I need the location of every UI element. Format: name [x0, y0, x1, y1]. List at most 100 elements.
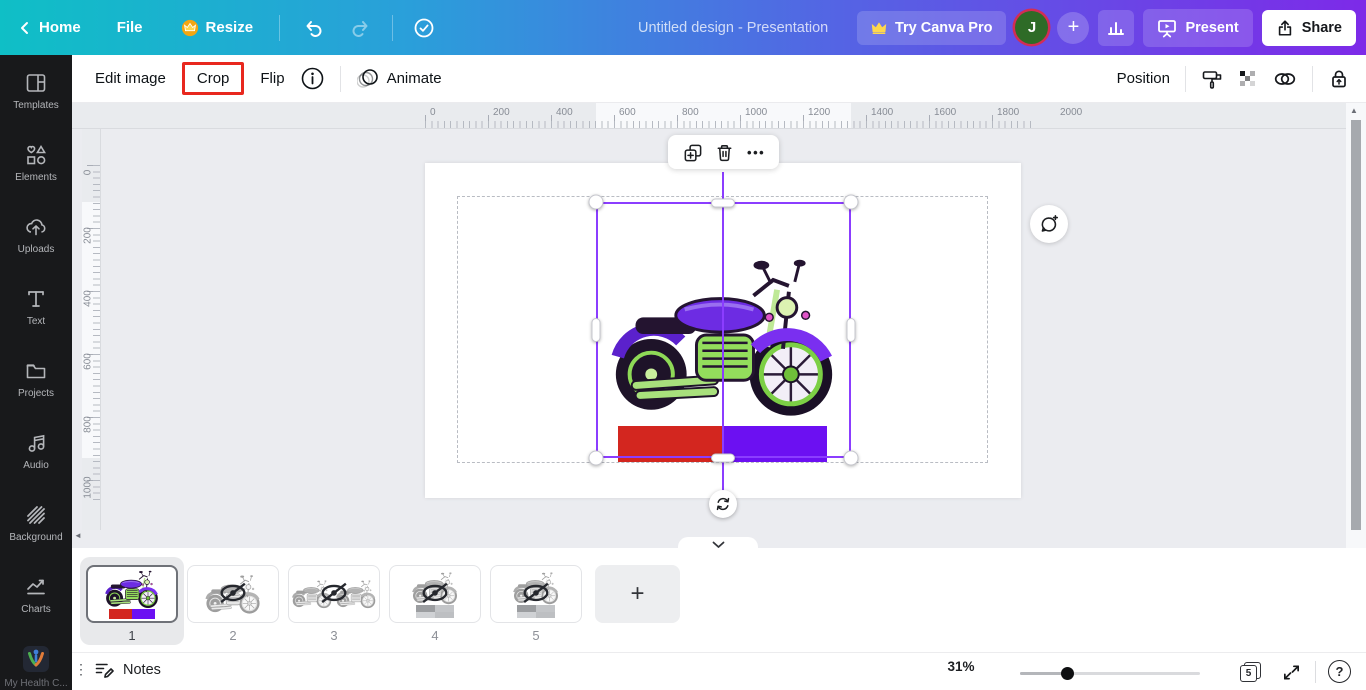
add-member-button[interactable]: + — [1057, 11, 1090, 44]
sidebar-item-my-health-app[interactable]: My Health C... — [0, 631, 72, 690]
more-options-button[interactable]: ••• — [747, 145, 765, 160]
transparency-button[interactable] — [1238, 69, 1258, 89]
try-pro-label: Try Canva Pro — [894, 19, 993, 36]
sidebar-item-uploads[interactable]: Uploads — [0, 199, 72, 271]
animate-icon — [356, 68, 378, 88]
avatar[interactable]: J — [1015, 11, 1049, 44]
sidebar-item-elements[interactable]: Elements — [0, 127, 72, 199]
flip-button[interactable]: Flip — [260, 70, 284, 87]
notes-label: Notes — [123, 662, 161, 678]
present-label: Present — [1185, 19, 1239, 36]
zoom-slider-thumb[interactable] — [1061, 667, 1074, 680]
ruler-label: 0 — [430, 107, 436, 118]
home-button[interactable]: Home — [18, 19, 81, 36]
lock-button[interactable] — [1328, 68, 1350, 90]
sidebar-item-text[interactable]: Text — [0, 271, 72, 343]
ruler-label: 1800 — [997, 107, 1020, 118]
trash-icon — [717, 144, 732, 161]
page-thumbnail-5[interactable] — [490, 565, 582, 623]
sidebar-item-templates[interactable]: Templates — [0, 55, 72, 127]
present-button[interactable]: Present — [1143, 8, 1253, 47]
sidebar-item-charts[interactable]: Charts — [0, 559, 72, 631]
undo-button[interactable] — [304, 18, 324, 38]
try-canva-pro-button[interactable]: Try Canva Pro — [856, 10, 1007, 45]
collapse-pages-button[interactable] — [678, 537, 758, 549]
ruler-label: 1400 — [871, 107, 894, 118]
charts-icon — [27, 579, 45, 595]
page-thumbnail-3[interactable] — [288, 565, 380, 623]
resize-label: Resize — [205, 19, 254, 36]
page1-preview — [103, 569, 161, 609]
unlock-icon — [1332, 69, 1346, 87]
sidebar-item-label: Uploads — [17, 244, 55, 255]
resize-handle-right[interactable] — [846, 318, 856, 342]
add-page-button[interactable]: + — [595, 565, 680, 623]
page-thumbnail-1[interactable] — [86, 565, 178, 623]
redo-button[interactable] — [350, 18, 370, 38]
resize-handle-top-right[interactable] — [843, 194, 859, 210]
copy-style-button[interactable] — [1201, 68, 1223, 90]
projects-icon — [26, 364, 46, 379]
fullscreen-button[interactable] — [1282, 663, 1301, 682]
add-comment-button[interactable] — [1030, 205, 1068, 243]
vertical-scrollbar-thumb[interactable] — [1351, 120, 1361, 530]
sidebar-item-label: Charts — [21, 604, 51, 615]
plus-glyph: + — [1067, 16, 1080, 38]
link-button[interactable] — [1273, 70, 1297, 88]
resize-handle-bottom-right[interactable] — [843, 450, 859, 466]
design-title[interactable]: Untitled design - Presentation — [638, 0, 828, 55]
page-number-4[interactable]: 4 — [389, 628, 481, 643]
selection-toolbar: ••• — [668, 135, 779, 169]
resize-handle-left[interactable] — [591, 318, 601, 342]
page-thumbnail-4[interactable] — [389, 565, 481, 623]
animate-button[interactable]: Animate — [356, 68, 442, 89]
status-bar: ⋮ Notes — [72, 652, 1366, 690]
ruler-ticks — [425, 121, 1031, 128]
grid-view-button[interactable]: 5 — [1240, 662, 1262, 683]
hidden-eye-icon — [421, 582, 449, 604]
page-number-2[interactable]: 2 — [187, 628, 279, 643]
ruler-label: 1600 — [934, 107, 957, 118]
comment-plus-icon — [1041, 214, 1059, 232]
crop-button[interactable]: Crop — [181, 62, 245, 95]
resize-handle-top[interactable] — [711, 198, 735, 208]
sidebar-item-projects[interactable]: Projects — [0, 343, 72, 415]
file-label: File — [116, 19, 143, 36]
uploads-icon — [26, 219, 46, 236]
notes-button[interactable]: Notes — [94, 660, 161, 680]
my-health-app-icon — [23, 646, 49, 672]
duplicate-button[interactable] — [682, 142, 703, 163]
selection-crop-rect[interactable] — [596, 202, 851, 458]
sidebar-item-background[interactable]: Background — [0, 487, 72, 559]
sidebar-item-label: Elements — [15, 172, 57, 183]
hidden-eye-icon — [320, 582, 348, 604]
audio-icon — [28, 434, 45, 452]
resize-handle-bottom-left[interactable] — [588, 450, 604, 466]
resize-handle-top-left[interactable] — [588, 194, 604, 210]
ruler-label: 600 — [82, 353, 94, 370]
chevron-down-icon — [712, 541, 724, 548]
delete-button[interactable] — [714, 142, 735, 163]
page-thumbnail-2[interactable] — [187, 565, 279, 623]
help-button[interactable]: ? — [1328, 660, 1351, 683]
page-number-5[interactable]: 5 — [490, 628, 582, 643]
rotate-handle[interactable] — [709, 490, 737, 518]
scroll-up-arrow[interactable]: ▲ — [1350, 106, 1358, 115]
resize-button[interactable]: Resize — [181, 19, 254, 37]
info-button[interactable] — [301, 67, 324, 90]
rotate-icon — [716, 497, 730, 511]
page-number-1[interactable]: 1 — [86, 628, 178, 643]
undo-icon — [306, 20, 322, 37]
resize-handle-bottom[interactable] — [711, 453, 735, 463]
file-menu[interactable]: File — [117, 19, 143, 36]
position-button[interactable]: Position — [1117, 70, 1170, 87]
edit-image-button[interactable]: Edit image — [95, 70, 166, 87]
transparency-checker-icon — [1240, 70, 1255, 86]
scroll-left-arrow[interactable]: ◄ — [74, 531, 82, 540]
insights-button[interactable] — [1098, 9, 1135, 46]
page-number-3[interactable]: 3 — [288, 628, 380, 643]
save-status-button[interactable] — [413, 17, 435, 39]
share-button[interactable]: Share — [1261, 9, 1356, 46]
sidebar-item-audio[interactable]: Audio — [0, 415, 72, 487]
panel-drag-handle[interactable]: ⋮ — [74, 661, 88, 678]
